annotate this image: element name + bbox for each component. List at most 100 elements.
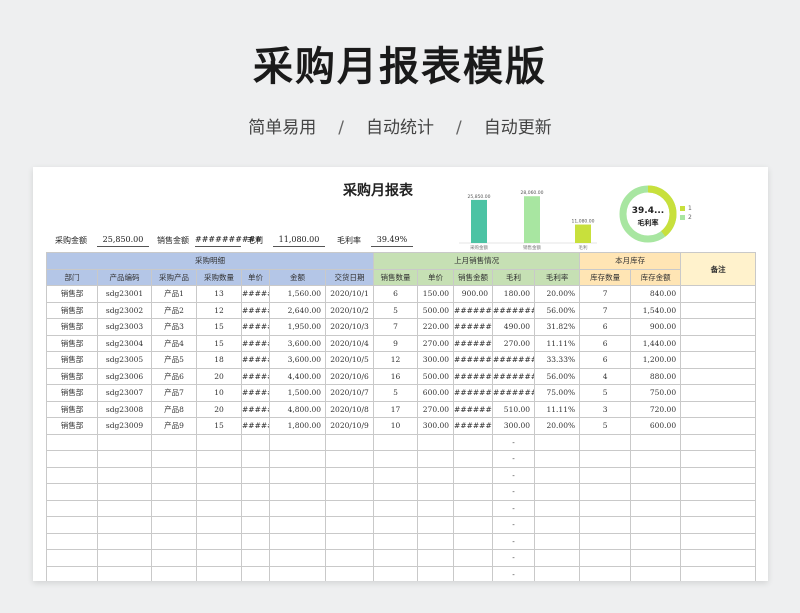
table-cell[interactable] [151, 466, 197, 484]
table-cell[interactable] [151, 499, 197, 517]
table-cell[interactable] [373, 499, 419, 517]
table-cell[interactable]: 产品4 [151, 334, 197, 352]
table-cell[interactable]: - [492, 499, 536, 517]
table-cell[interactable] [324, 532, 375, 550]
table-cell[interactable]: 产品8 [151, 400, 197, 418]
table-cell[interactable] [417, 499, 455, 517]
table-cell[interactable]: 3,600.00 [269, 334, 326, 352]
table-cell[interactable] [630, 450, 682, 468]
table-cell[interactable] [46, 466, 98, 484]
table-cell[interactable]: - [492, 466, 536, 484]
table-cell[interactable]: 产品5 [151, 351, 197, 369]
table-cell[interactable]: 2020/10/3 [324, 318, 375, 336]
table-cell[interactable] [196, 499, 242, 517]
table-cell[interactable]: 4 [579, 367, 632, 385]
table-cell[interactable]: ######### [492, 351, 536, 369]
table-cell[interactable]: 3,600.00 [269, 351, 326, 369]
table-cell[interactable]: 5 [579, 417, 632, 435]
table-cell[interactable] [417, 549, 455, 567]
table-cell[interactable]: 20 [196, 367, 242, 385]
table-cell[interactable]: 75.00% [534, 384, 581, 402]
table-cell[interactable]: 270.00 [417, 334, 455, 352]
table-cell[interactable] [453, 466, 494, 484]
table-cell[interactable]: ###### [241, 318, 270, 336]
table-cell[interactable]: 300.00 [417, 417, 455, 435]
table-cell[interactable]: 31.82% [534, 318, 581, 336]
table-cell[interactable]: 2020/10/5 [324, 351, 375, 369]
table-cell[interactable] [97, 549, 152, 567]
table-cell[interactable]: 11.11% [534, 334, 581, 352]
table-cell[interactable]: 15 [196, 417, 242, 435]
table-cell[interactable]: sdg23004 [97, 334, 152, 352]
table-cell[interactable]: 5 [579, 384, 632, 402]
table-cell[interactable] [97, 483, 152, 501]
table-cell[interactable] [196, 549, 242, 567]
table-cell[interactable]: 7 [373, 318, 419, 336]
table-cell[interactable]: 20.00% [534, 285, 581, 303]
table-cell[interactable] [453, 565, 494, 581]
table-cell[interactable] [269, 549, 326, 567]
table-cell[interactable] [417, 450, 455, 468]
table-cell[interactable]: 2020/10/9 [324, 417, 375, 435]
table-cell[interactable] [97, 499, 152, 517]
table-cell[interactable]: 2020/10/6 [324, 367, 375, 385]
table-cell[interactable] [534, 466, 581, 484]
table-cell[interactable]: 180.00 [492, 285, 536, 303]
table-cell[interactable] [196, 450, 242, 468]
table-cell[interactable]: ######### [453, 301, 494, 319]
table-cell[interactable] [196, 466, 242, 484]
table-cell[interactable] [196, 532, 242, 550]
table-cell[interactable] [324, 549, 375, 567]
table-cell[interactable]: 2020/10/2 [324, 301, 375, 319]
table-cell[interactable] [324, 499, 375, 517]
table-cell[interactable] [417, 532, 455, 550]
table-cell[interactable]: ######### [453, 417, 494, 435]
table-cell[interactable] [269, 433, 326, 451]
table-cell[interactable] [630, 516, 682, 534]
table-cell[interactable]: 1,560.00 [269, 285, 326, 303]
table-cell[interactable]: 1,800.00 [269, 417, 326, 435]
table-cell[interactable]: 销售部 [46, 285, 98, 303]
table-cell[interactable] [373, 466, 419, 484]
table-cell[interactable] [46, 532, 98, 550]
table-cell[interactable] [630, 549, 682, 567]
table-cell[interactable] [151, 532, 197, 550]
table-cell[interactable] [269, 450, 326, 468]
table-cell[interactable]: 产品7 [151, 384, 197, 402]
table-cell[interactable] [373, 565, 419, 581]
table-cell[interactable] [579, 450, 632, 468]
table-cell[interactable] [680, 351, 757, 369]
table-cell[interactable]: 6 [579, 351, 632, 369]
table-cell[interactable] [534, 516, 581, 534]
table-cell[interactable]: 1,440.00 [630, 334, 682, 352]
table-cell[interactable] [269, 466, 326, 484]
table-cell[interactable] [241, 532, 270, 550]
table-cell[interactable]: - [492, 565, 536, 581]
table-cell[interactable] [241, 450, 270, 468]
table-cell[interactable]: 4,400.00 [269, 367, 326, 385]
table-cell[interactable] [579, 516, 632, 534]
table-cell[interactable] [534, 433, 581, 451]
table-cell[interactable]: 7 [579, 285, 632, 303]
table-cell[interactable] [269, 516, 326, 534]
table-cell[interactable] [46, 516, 98, 534]
table-cell[interactable]: sdg23002 [97, 301, 152, 319]
table-cell[interactable]: sdg23003 [97, 318, 152, 336]
table-cell[interactable] [373, 433, 419, 451]
table-cell[interactable]: 20.00% [534, 417, 581, 435]
table-cell[interactable]: - [492, 532, 536, 550]
table-cell[interactable] [680, 499, 757, 517]
table-cell[interactable]: ###### [241, 334, 270, 352]
table-cell[interactable]: 33.33% [534, 351, 581, 369]
table-cell[interactable] [534, 483, 581, 501]
table-cell[interactable]: 6 [579, 334, 632, 352]
table-cell[interactable]: 2020/10/4 [324, 334, 375, 352]
table-cell[interactable]: ######### [492, 384, 536, 402]
table-cell[interactable] [151, 483, 197, 501]
table-cell[interactable]: 产品2 [151, 301, 197, 319]
table-cell[interactable] [453, 499, 494, 517]
table-cell[interactable] [241, 565, 270, 581]
table-cell[interactable] [680, 318, 757, 336]
table-cell[interactable]: 2020/10/1 [324, 285, 375, 303]
table-cell[interactable] [151, 565, 197, 581]
